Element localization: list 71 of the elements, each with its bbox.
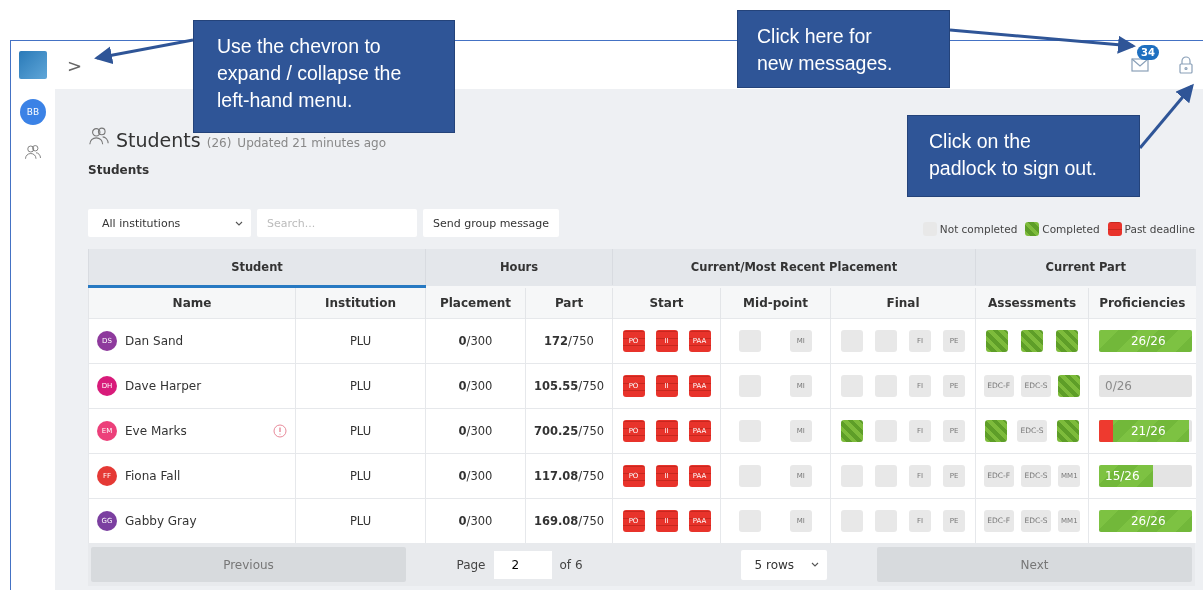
- section-heading: Students: [88, 163, 150, 177]
- part-hours-cell: 117.08/750: [525, 453, 613, 498]
- institution-cell: PLU: [295, 363, 426, 408]
- page-total: of 6: [559, 557, 583, 572]
- part-hours-cell: 700.25/750: [525, 408, 613, 453]
- column-header[interactable]: Name: [88, 286, 296, 318]
- placement-hours-cell: 0/300: [425, 318, 526, 363]
- institution-cell: PLU: [295, 408, 426, 453]
- message-count-badge: 34: [1137, 45, 1159, 60]
- student-name[interactable]: Gabby Gray: [125, 513, 287, 528]
- student-name[interactable]: Fiona Fall: [125, 468, 287, 483]
- messages-button[interactable]: [1131, 58, 1149, 72]
- student-count: (26): [206, 136, 232, 150]
- dropdown-caret-icon: [235, 220, 243, 226]
- column-group-header[interactable]: Hours: [425, 249, 613, 286]
- student-name[interactable]: Dan Sand: [125, 333, 287, 348]
- status-chip: [985, 419, 1007, 442]
- status-chip: [1058, 374, 1081, 397]
- user-avatar[interactable]: BB: [20, 99, 46, 125]
- annotation-callout: Click here for new messages.: [737, 10, 950, 88]
- part-hours-cell: 105.55/750: [525, 363, 613, 408]
- placement-hours-cell: 0/300: [425, 408, 526, 453]
- column-header[interactable]: Mid-point: [720, 286, 831, 318]
- padlock-button[interactable]: [1179, 56, 1193, 74]
- proficiency-count: 15/26: [1104, 467, 1141, 485]
- annotation-callout: Click on the padlock to sign out.: [907, 115, 1140, 197]
- column-header[interactable]: Proficiencies: [1088, 286, 1196, 318]
- proficiency-count: 26/26: [1129, 332, 1167, 350]
- column-header[interactable]: Start: [612, 286, 721, 318]
- proficiency-count: 0/26: [1104, 377, 1133, 395]
- placement-hours-cell: 0/300: [425, 453, 526, 498]
- column-group-header[interactable]: Current/Most Recent Placement: [612, 249, 976, 286]
- column-group-header[interactable]: Current Part: [975, 249, 1196, 286]
- institution-cell: PLU: [295, 453, 426, 498]
- placement-hours-cell: 0/300: [425, 363, 526, 408]
- legend-label: Past deadline: [1124, 223, 1195, 235]
- status-chip: [841, 419, 863, 442]
- search-field[interactable]: Search...: [257, 209, 417, 237]
- status-chip: [986, 329, 1009, 352]
- proficiency-count: 26/26: [1129, 512, 1167, 530]
- app-logo: [19, 51, 47, 79]
- students-nav-icon[interactable]: [24, 143, 42, 161]
- legend-swatch: [1025, 222, 1040, 236]
- column-header[interactable]: Part: [525, 286, 613, 318]
- page-label: Page: [456, 557, 486, 572]
- annotation-callout: Use the chevron to expand / collapse the left-hand menu.: [193, 20, 455, 133]
- column-header[interactable]: Final: [830, 286, 976, 318]
- student-name[interactable]: Dave Harper: [125, 378, 287, 393]
- legend-label: Not completed: [939, 223, 1018, 235]
- student-name[interactable]: Eve Marks: [125, 423, 265, 438]
- legend-label: Completed: [1042, 223, 1100, 235]
- column-group-header[interactable]: Student: [88, 249, 426, 286]
- legend-swatch: [1107, 222, 1122, 236]
- dropdown-caret-icon: [810, 562, 819, 567]
- institution-cell: PLU: [295, 318, 426, 363]
- column-header[interactable]: Institution: [295, 286, 426, 318]
- callout-arrow: [1138, 83, 1194, 149]
- status-chip: [1057, 419, 1079, 442]
- proficiency-count: 21/26: [1129, 422, 1167, 440]
- status-chip: [1021, 329, 1043, 352]
- column-header[interactable]: Placement: [425, 286, 526, 318]
- rows-per-page-select[interactable]: 5 rows: [740, 549, 827, 580]
- students-icon: [88, 125, 110, 147]
- status-chip: [1055, 329, 1078, 352]
- institution-select[interactable]: All institutions: [88, 209, 251, 237]
- page-number-field[interactable]: 2: [493, 550, 552, 579]
- send-group-message-button[interactable]: Send group message: [423, 209, 560, 237]
- part-hours-cell: 172/750: [525, 318, 613, 363]
- chevron-button[interactable]: >: [67, 54, 83, 76]
- updated-time: Updated 21 minutes ago: [237, 136, 387, 150]
- column-header[interactable]: Assessments: [975, 286, 1089, 318]
